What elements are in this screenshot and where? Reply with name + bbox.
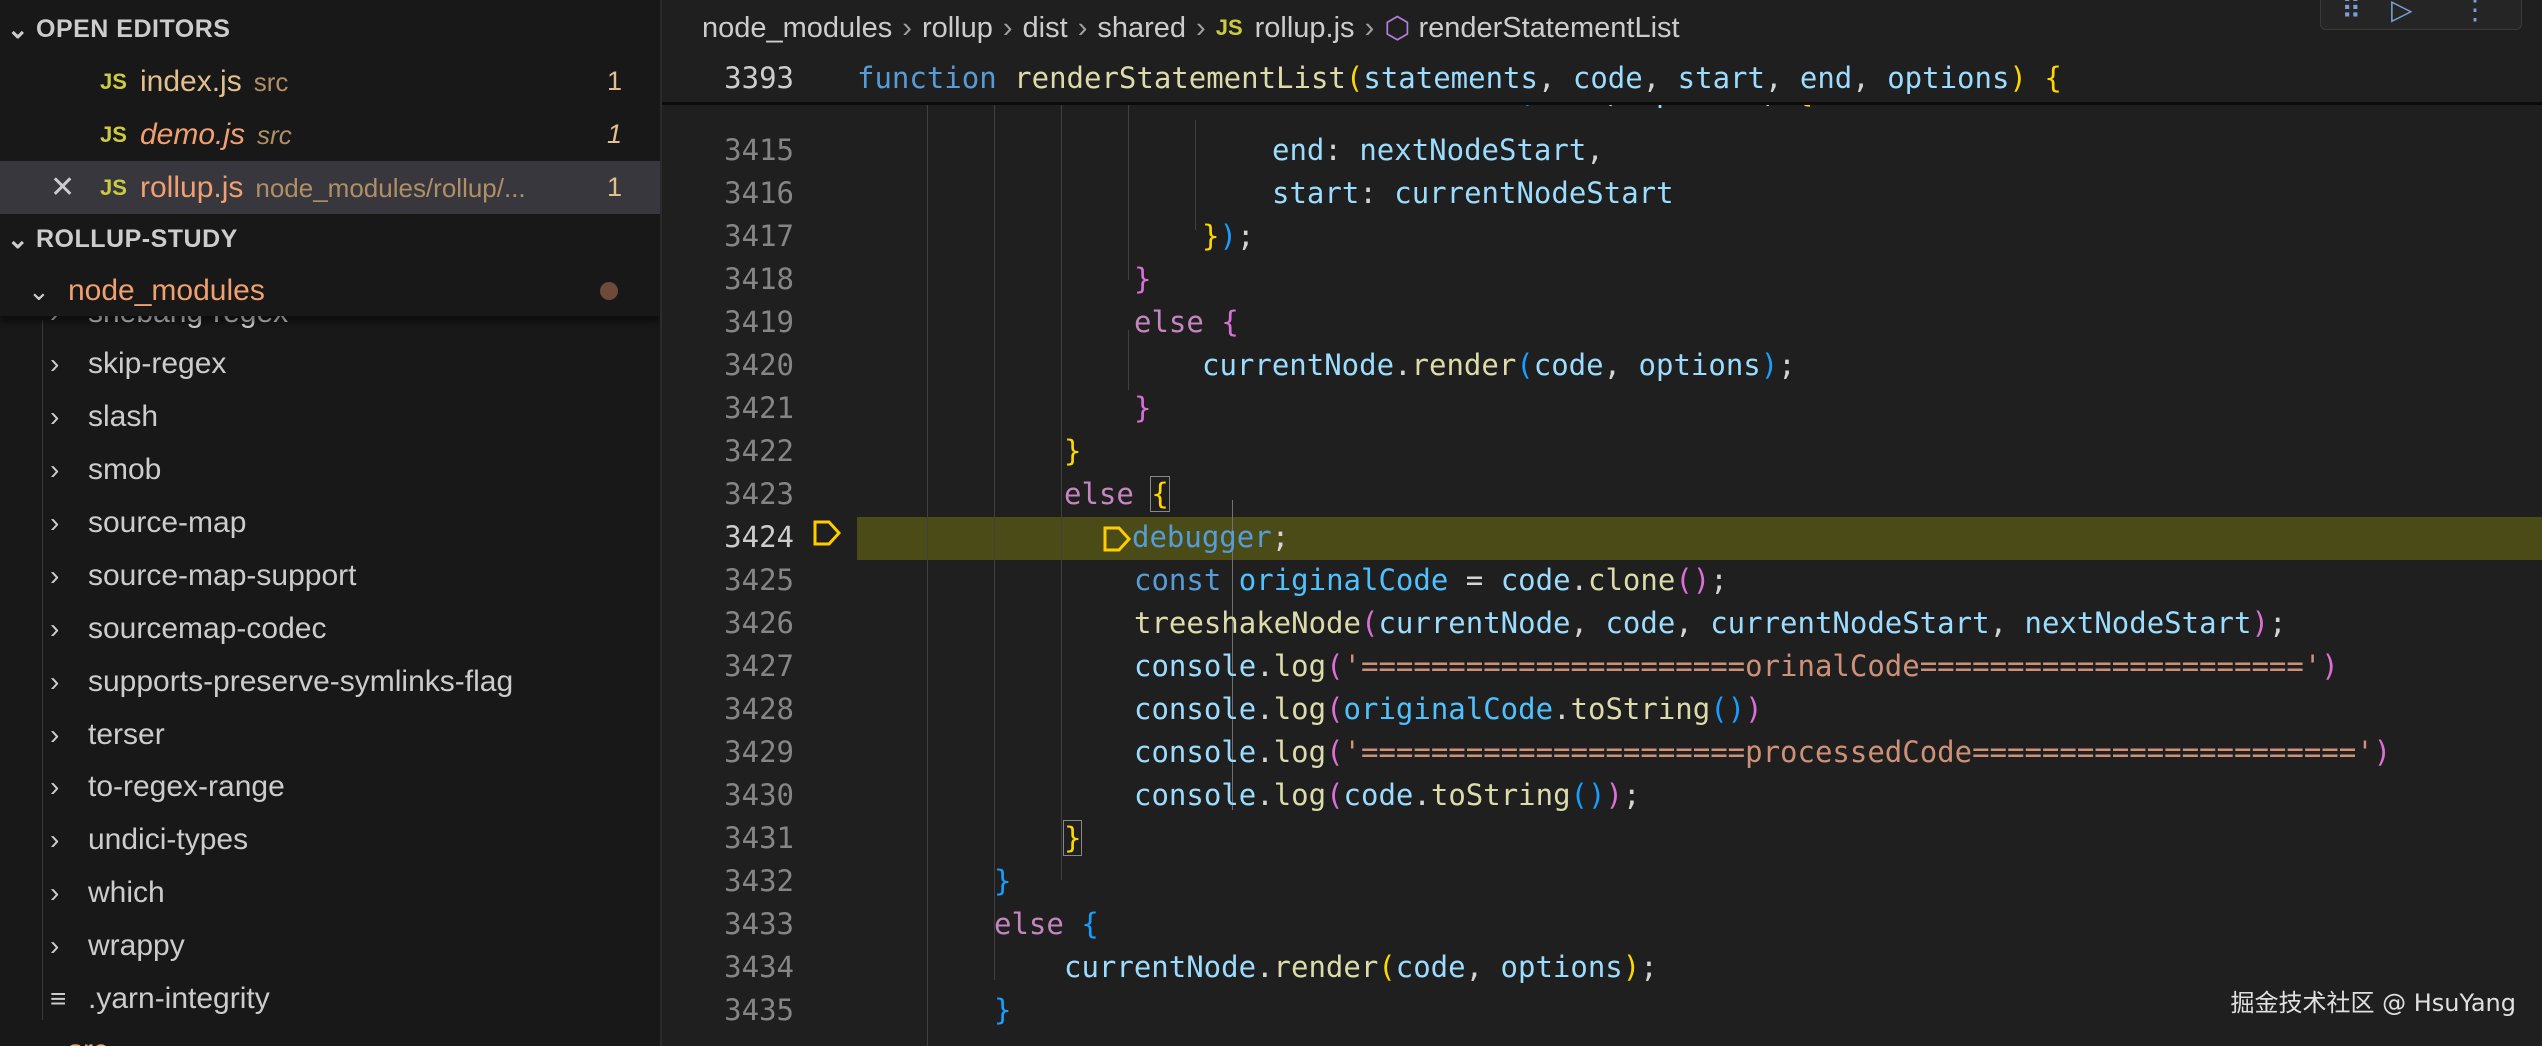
open-editor-path: src: [257, 119, 292, 150]
code-line: 3429 console.log('======================…: [724, 734, 2392, 769]
code-line: 3422 }: [724, 433, 1082, 468]
chevron-down-icon: ⌄: [6, 223, 30, 254]
code-line: 3425 const originalCode = code.clone();: [724, 562, 1728, 597]
tree-item[interactable]: › undici-types: [0, 813, 660, 866]
continue-icon[interactable]: ▷: [2391, 0, 2413, 26]
js-file-icon: JS: [1215, 15, 1243, 40]
problem-count-badge: 1: [606, 66, 622, 96]
tree-item[interactable]: › to-regex-range: [0, 760, 660, 813]
js-file-icon: JS: [100, 121, 127, 147]
breadcrumb-file[interactable]: rollup.js: [1255, 12, 1355, 45]
open-editor-path: src: [253, 66, 289, 97]
breadcrumb-item[interactable]: dist: [1023, 12, 1068, 45]
code-editor[interactable]: node_modules › rollup › dist › shared › JS r…: [662, 0, 2542, 1046]
tree-item[interactable]: › smob: [0, 443, 660, 496]
drag-handle-icon[interactable]: ⠿: [2341, 0, 2362, 26]
sticky-scroll-line[interactable]: 3393 function renderStatementList(statem…: [662, 54, 2542, 105]
chevron-right-icon: ›: [50, 453, 60, 485]
chevron-right-icon: ›: [902, 11, 912, 44]
open-editor-filename: rollup.js: [140, 170, 244, 204]
modified-dot-icon: [600, 282, 618, 300]
tree-item[interactable]: › which: [0, 866, 660, 919]
tree-item[interactable]: › source-map-support: [0, 549, 660, 602]
open-editor-item[interactable]: JS demo.js src 1: [0, 108, 660, 161]
code-line: 3415 end: nextNodeStart,: [724, 132, 1604, 167]
chevron-right-icon: ›: [50, 876, 60, 908]
debug-toolbar: ⠿ ▷ ⋮: [2320, 0, 2522, 30]
explorer-sidebar: ⌄ OPEN EDITORS JS index.js src 1 JS demo.…: [0, 0, 662, 1046]
open-editor-item[interactable]: JS index.js src 1: [0, 55, 660, 108]
chevron-right-icon: ›: [50, 929, 60, 961]
code-line: 3418 }: [724, 261, 1152, 296]
chevron-right-icon: ›: [50, 347, 60, 379]
tree-file[interactable]: ≡ .yarn-integrity: [0, 972, 660, 1025]
tree-item[interactable]: › terser: [0, 708, 660, 761]
sticky-code: function renderStatementList(statements,…: [857, 61, 2062, 95]
code-line: 3428 console.log(originalCode.toString()…: [724, 691, 1763, 726]
tree-item[interactable]: › wrappy: [0, 919, 660, 972]
open-editor-item-active[interactable]: ✕ JS rollup.js node_modules/rollup/... 1: [0, 161, 660, 214]
open-editor-filename: demo.js: [140, 117, 246, 151]
chevron-right-icon: ›: [50, 718, 60, 750]
chevron-down-icon: ⌄: [6, 13, 30, 44]
symbol-method-icon: ⬡: [1384, 11, 1411, 45]
chevron-right-icon: ›: [50, 400, 60, 432]
chevron-right-icon: ›: [1196, 11, 1206, 44]
chevron-right-icon: ›: [50, 612, 60, 644]
open-editor-path: node_modules/rollup/...: [255, 172, 526, 203]
close-icon[interactable]: ✕: [50, 170, 75, 205]
open-editor-filename: index.js: [140, 64, 242, 98]
project-header[interactable]: ⌄ ROLLUP-STUDY: [0, 214, 660, 264]
tree-item[interactable]: › skip-regex: [0, 337, 660, 390]
breadcrumb-item[interactable]: node_modules: [702, 12, 892, 45]
breadcrumb-item[interactable]: shared: [1097, 12, 1186, 45]
code-line: 3432 }: [724, 863, 1012, 898]
chevron-right-icon: ›: [1077, 11, 1088, 44]
code-line: 3417 });: [724, 218, 1255, 253]
chevron-right-icon: ›: [50, 665, 60, 697]
chevron-right-icon: ›: [50, 506, 60, 538]
tree-folder-node-modules[interactable]: ⌄ node_modules: [0, 266, 660, 316]
code-line: 3431 }: [724, 819, 1083, 856]
js-file-icon: JS: [100, 68, 127, 94]
problem-count-badge: 1: [606, 119, 622, 149]
code-line: 3430 console.log(code.toString());: [724, 777, 1641, 812]
text-file-icon: ≡: [50, 982, 67, 1014]
code-line: 3421 }: [724, 390, 1152, 425]
inline-breakpoint-icon: [1102, 520, 1132, 554]
code-line: 3416 start: currentNodeStart: [724, 175, 1674, 210]
code-line: 3426 treeshakeNode(currentNode, code, cu…: [724, 605, 2287, 640]
watermark: 掘金技术社区 @ HsuYang: [2230, 989, 2516, 1017]
chevron-right-icon: ›: [50, 559, 60, 591]
breadcrumb: node_modules › rollup › dist › shared › JS r…: [702, 0, 1680, 56]
tree-item[interactable]: › supports-preserve-symlinks-flag: [0, 655, 660, 708]
code-line: 3419 else {: [724, 304, 1239, 339]
tree-item[interactable]: › slash: [0, 390, 660, 443]
code-line-current: 3424 debugger;: [662, 515, 2542, 558]
chevron-right-icon: ›: [50, 823, 60, 855]
breadcrumb-item[interactable]: rollup: [922, 12, 993, 45]
tree-item[interactable]: › sourcemap-codec: [0, 602, 660, 655]
more-icon[interactable]: ⋮: [2461, 0, 2489, 26]
chevron-right-icon: ›: [1364, 11, 1375, 44]
breadcrumb-symbol[interactable]: renderStatementList: [1418, 12, 1679, 45]
tree-item[interactable]: › source-map: [0, 496, 660, 549]
open-editors-header[interactable]: ⌄ OPEN EDITORS: [0, 4, 660, 54]
code-line: 3434 currentNode.render(code, options);: [724, 949, 1658, 984]
problem-count-badge: 1: [606, 172, 622, 202]
chevron-down-icon: ⌄: [28, 275, 50, 306]
code-line: 3420 currentNode.render(code, options);: [724, 347, 1796, 382]
chevron-right-icon: ›: [50, 770, 60, 802]
tree-item[interactable]: src: [0, 1024, 660, 1046]
code-line: 3427 console.log('======================…: [724, 648, 2339, 683]
code-line: 3423 else {: [724, 475, 1170, 512]
js-file-icon: JS: [100, 174, 127, 200]
chevron-right-icon: ›: [1002, 11, 1013, 44]
code-line: 3433 else {: [724, 906, 1099, 941]
